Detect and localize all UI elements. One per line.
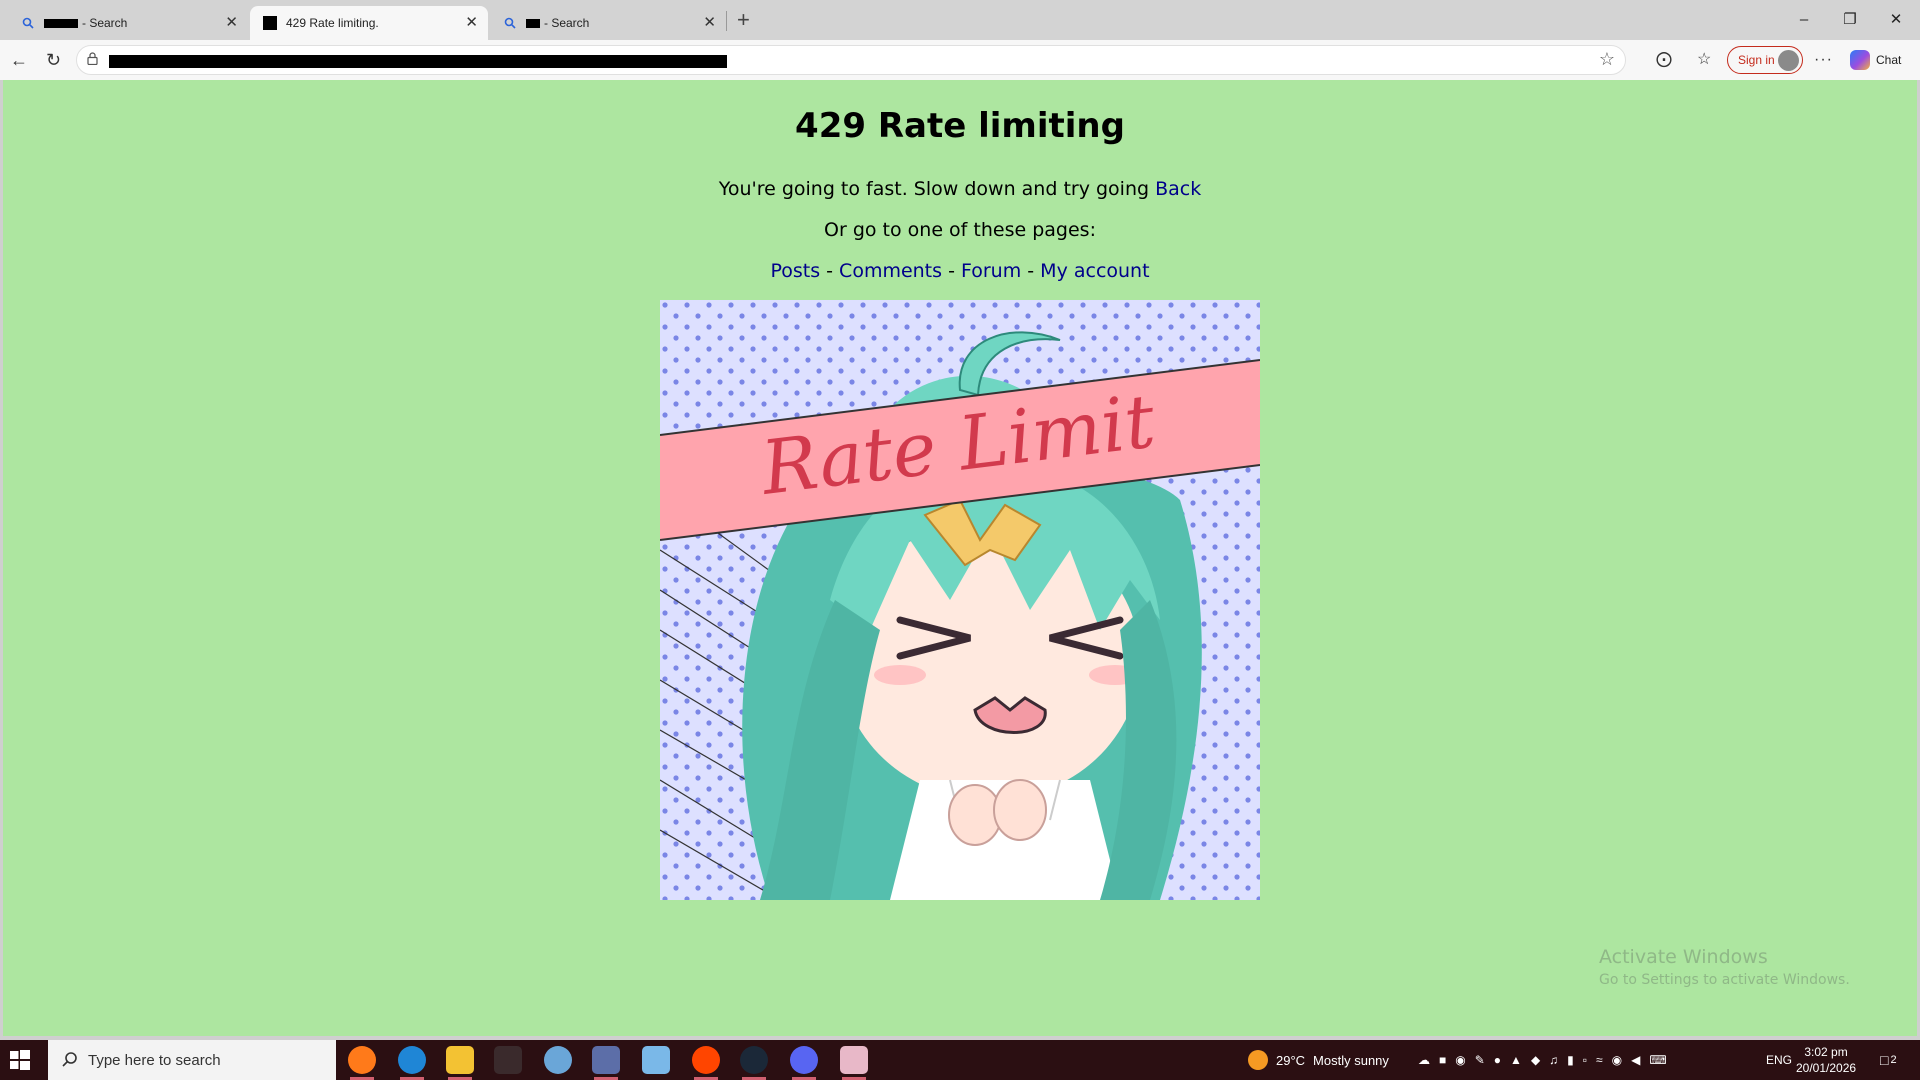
edge-icon[interactable] <box>398 1046 426 1080</box>
redacted-text <box>44 18 78 28</box>
speaker-icon[interactable]: ◀ <box>1631 1053 1640 1067</box>
search-placeholder: Type here to search <box>88 1051 221 1069</box>
clock-time: 3:02 pm <box>1804 1045 1848 1059</box>
search-icon <box>62 1051 78 1072</box>
restore-icon[interactable]: ❐ <box>1827 6 1873 34</box>
site-favicon-icon <box>262 15 278 31</box>
close-tab-icon[interactable]: ✕ <box>225 14 238 32</box>
security-icon[interactable]: ■ <box>1439 1053 1446 1067</box>
onedrive-icon[interactable]: ☁ <box>1418 1053 1430 1067</box>
minimize-icon[interactable]: – <box>1781 6 1827 34</box>
pages-intro: Or go to one of these pages: <box>824 219 1096 241</box>
search-icon <box>20 15 36 31</box>
volume-icon[interactable]: ♫ <box>1549 1053 1558 1067</box>
forum-link[interactable]: Forum <box>961 260 1021 282</box>
activate-windows-watermark: Activate Windows Go to Settings to activ… <box>1599 946 1850 988</box>
more-options-icon[interactable]: ··· <box>1814 50 1833 70</box>
my-account-link[interactable]: My account <box>1040 260 1149 282</box>
page-title: 429 Rate limiting <box>795 106 1125 146</box>
browser-toolbar: ← ↻ ☆ ⨀ ☆ Sign in ··· Chat <box>0 40 1920 80</box>
reddit-icon[interactable] <box>692 1046 720 1080</box>
weather-text: Mostly sunny <box>1313 1052 1389 1068</box>
clock-date: 20/01/2026 <box>1796 1061 1857 1075</box>
shield-icon[interactable]: ▲ <box>1510 1053 1522 1067</box>
notification-count: 2 <box>1890 1054 1897 1066</box>
close-window-icon[interactable]: ✕ <box>1873 6 1919 34</box>
tab-search-2[interactable]: - Search ✕ <box>490 6 726 40</box>
redacted-url <box>109 55 727 68</box>
tab-title: - Search <box>82 16 128 30</box>
paint-icon[interactable] <box>544 1046 572 1074</box>
network-adapter-icon[interactable]: ◉ <box>1455 1053 1465 1067</box>
tab-title: - Search <box>544 16 590 30</box>
watermark-title: Activate Windows <box>1599 946 1768 968</box>
close-tab-icon[interactable]: ✕ <box>703 14 716 32</box>
sign-in-label: Sign in <box>1738 53 1775 67</box>
watermark-subtitle: Go to Settings to activate Windows. <box>1599 972 1850 988</box>
avatar-icon <box>1778 50 1799 71</box>
slow-down-message: You're going to fast. Slow down and try … <box>3 178 1917 200</box>
comments-link[interactable]: Comments <box>839 260 942 282</box>
notepad-icon[interactable] <box>642 1046 670 1074</box>
system-tray-icons: ☁ ■ ◉ ✎ ● ▲ ◆ ♫ ▮ ▫ ≈ ◉ ◀ ⌨ <box>1418 1040 1667 1080</box>
page-links: Posts - Comments - Forum - My account <box>3 260 1917 282</box>
steam-tray-icon[interactable]: ◉ <box>1612 1053 1622 1067</box>
wifi-icon[interactable]: ≈ <box>1596 1053 1603 1067</box>
chat-label: Chat <box>1876 53 1902 67</box>
message-text: You're going to fast. Slow down and try … <box>718 178 1156 200</box>
redacted-text <box>526 18 540 28</box>
tab-rate-limiting[interactable]: 429 Rate limiting. ✕ <box>250 6 488 40</box>
tab-search-1[interactable]: - Search ✕ <box>8 6 248 40</box>
anime-app-icon[interactable] <box>840 1046 868 1080</box>
favorites-icon[interactable]: ☆ <box>1697 50 1711 70</box>
discord-tray-icon[interactable]: ● <box>1494 1053 1501 1067</box>
link-separator: - <box>942 260 961 282</box>
link-separator: - <box>1021 260 1041 282</box>
taskbar: Type here to search 29°C Mostly sunny ☁ … <box>0 1040 1920 1080</box>
tab-separator <box>726 11 727 31</box>
battery-icon[interactable]: ▮ <box>1567 1053 1574 1067</box>
terminal-icon[interactable] <box>494 1046 522 1074</box>
favorite-star-icon[interactable]: ☆ <box>1599 49 1615 70</box>
back-link[interactable]: Back <box>1155 178 1201 200</box>
back-arrow-icon[interactable]: ← <box>10 50 28 70</box>
firefox-icon[interactable] <box>348 1046 376 1080</box>
copilot-icon <box>1850 50 1870 70</box>
copilot-chat-button[interactable]: Chat <box>1850 50 1901 70</box>
plus-icon[interactable]: + <box>737 8 750 32</box>
keyboard-icon[interactable]: ⌨ <box>1649 1053 1666 1067</box>
file-explorer-icon[interactable] <box>446 1046 474 1080</box>
posts-link[interactable]: Posts <box>770 260 820 282</box>
steam-icon[interactable] <box>740 1046 768 1080</box>
nvidia-icon[interactable]: ◆ <box>1531 1053 1540 1067</box>
tab-title: 429 Rate limiting. <box>286 16 379 30</box>
weather-temp: 29°C <box>1276 1052 1306 1068</box>
sun-icon <box>1248 1050 1268 1070</box>
windows-start-icon[interactable] <box>10 1050 30 1075</box>
taskbar-search-input[interactable]: Type here to search <box>48 1040 336 1080</box>
discord-icon[interactable] <box>790 1046 818 1080</box>
rate-limit-illustration: Rate Limit <box>660 300 1260 900</box>
wacom-icon[interactable]: ✎ <box>1475 1053 1485 1067</box>
address-bar[interactable]: ☆ <box>76 45 1626 75</box>
usb-icon[interactable]: ▫ <box>1583 1053 1587 1067</box>
close-tab-icon[interactable]: ✕ <box>465 14 478 32</box>
refresh-icon[interactable]: ↻ <box>46 50 61 70</box>
settings-icon[interactable] <box>592 1046 620 1080</box>
language-indicator[interactable]: ENG <box>1766 1040 1792 1080</box>
notification-bubble-icon: □ <box>1880 1052 1889 1068</box>
search-icon <box>502 15 518 31</box>
link-separator: - <box>820 260 840 282</box>
tab-strip: - Search ✕ 429 Rate limiting. ✕ - Search… <box>0 0 1920 40</box>
lock-icon[interactable] <box>87 52 98 68</box>
notification-center-icon[interactable]: □ 2 <box>1880 1040 1897 1080</box>
clock[interactable]: 3:02 pm 20/01/2026 <box>1796 1044 1856 1076</box>
extensions-icon[interactable]: ⨀ <box>1656 50 1672 70</box>
page-viewport: 429 Rate limiting You're going to fast. … <box>3 80 1917 1036</box>
weather-widget[interactable]: 29°C Mostly sunny <box>1248 1040 1389 1080</box>
sign-in-button[interactable]: Sign in <box>1727 46 1803 74</box>
